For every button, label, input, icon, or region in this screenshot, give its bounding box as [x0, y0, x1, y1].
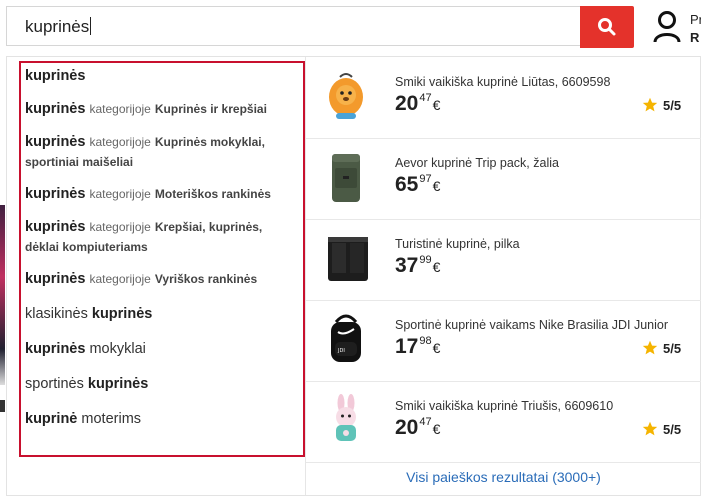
suggestion-item[interactable]: kuprinės kategorijoje Moteriškos rankinė…: [25, 184, 293, 204]
suggestion-item[interactable]: sportinės kuprinės: [25, 374, 293, 394]
product-title[interactable]: Smiki vaikiška kuprinė Triušis, 6609610: [395, 399, 613, 413]
star-icon: [642, 97, 658, 112]
background-page-edge-2: [0, 400, 5, 412]
product-rating: 5/5: [642, 97, 681, 113]
star-icon: [642, 340, 658, 355]
suggestion-item[interactable]: kuprinės kategorijoje Kuprinės mokyklai,…: [25, 132, 293, 172]
user-icon[interactable]: [652, 10, 682, 44]
text-caret: [90, 17, 92, 35]
suggestion-item[interactable]: kuprinė moterims: [25, 409, 293, 429]
search-query-text: kuprinės: [25, 17, 92, 36]
account-label[interactable]: Pr: [690, 12, 701, 27]
product-image-nike-backpack: JDI: [331, 314, 361, 362]
svg-text:JDI: JDI: [337, 348, 345, 354]
all-results-link[interactable]: Visi paieškos rezultatai (3000+): [306, 469, 701, 485]
product-image-grey-backpack: [328, 237, 368, 281]
search-button[interactable]: [580, 6, 634, 48]
product-rating: 5/5: [642, 340, 681, 356]
product-title[interactable]: Smiki vaikiška kuprinė Liūtas, 6609598: [395, 75, 610, 89]
product-image-rabbit-backpack: [336, 394, 356, 441]
product-price: 2047€: [395, 416, 441, 439]
account-sublabel[interactable]: R: [690, 30, 699, 45]
product-price: 2047€: [395, 92, 441, 115]
suggestion-item[interactable]: kuprinės: [25, 66, 293, 86]
background-page-edge: [0, 205, 5, 385]
star-icon: [642, 421, 658, 436]
product-item[interactable]: Smiki vaikiška kuprinė Liūtas, 6609598 2…: [306, 57, 701, 139]
product-price: 3799€: [395, 254, 441, 277]
product-price: 1798€: [395, 335, 441, 358]
product-item[interactable]: Turistinė kuprinė, pilka 3799€: [306, 219, 701, 301]
search-input[interactable]: kuprinės: [6, 6, 580, 46]
product-price: 6597€: [395, 173, 441, 196]
search-icon: [598, 18, 616, 36]
product-item[interactable]: JDI Sportinė kuprinė vaikams Nike Brasil…: [306, 300, 701, 382]
product-item[interactable]: Aevor kuprinė Trip pack, žalia 6597€: [306, 138, 701, 220]
header: kuprinės Pr R: [0, 0, 701, 56]
product-title[interactable]: Turistinė kuprinė, pilka: [395, 237, 520, 251]
suggestion-item[interactable]: kuprinės kategorijoje Vyriškos rankinės: [25, 269, 293, 289]
suggestion-item[interactable]: kuprinės kategorijoje Kuprinės ir krepši…: [25, 99, 293, 119]
product-image-lion-backpack: [329, 73, 363, 119]
suggestion-item[interactable]: kuprinės kategorijoje Krepšiai, kuprinės…: [25, 217, 293, 257]
suggestion-item[interactable]: klasikinės kuprinės: [25, 304, 293, 324]
product-title[interactable]: Aevor kuprinė Trip pack, žalia: [395, 156, 559, 170]
suggestions-panel: kuprinės kuprinės kategorijoje Kuprinės …: [19, 61, 305, 457]
product-title[interactable]: Sportinė kuprinė vaikams Nike Brasilia J…: [395, 318, 668, 332]
product-image-green-backpack: [332, 154, 360, 202]
product-rating: 5/5: [642, 421, 681, 437]
suggestion-item[interactable]: kuprinės mokyklai: [25, 339, 293, 359]
product-item[interactable]: Smiki vaikiška kuprinė Triušis, 6609610 …: [306, 381, 701, 463]
